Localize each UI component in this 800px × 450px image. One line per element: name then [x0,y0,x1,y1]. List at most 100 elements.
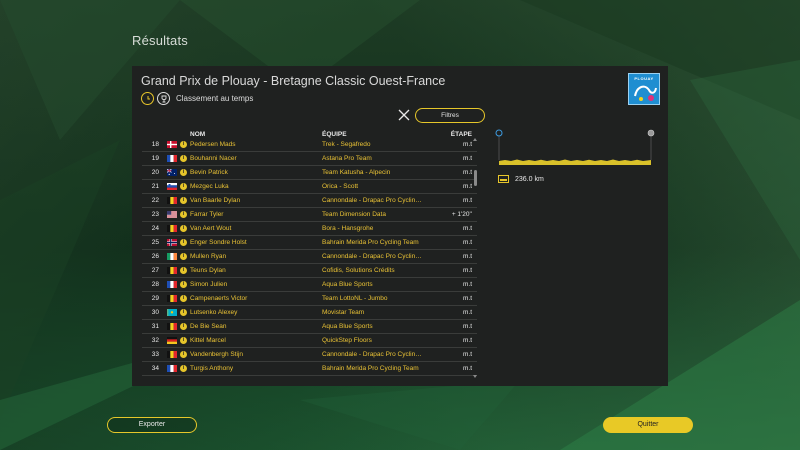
table-row[interactable]: 29 i Campenaerts Victor Team LottoNL - Jumb… [142,292,477,306]
table-row[interactable]: 20 i Bevin Patrick Team Katusha - Alpecin m.… [142,166,477,180]
rider-name[interactable]: De Bie Sean [190,323,227,330]
team-name[interactable]: Aqua Blue Sports [322,323,373,330]
table-row[interactable]: 28 i Simon Julien Aqua Blue Sports m.t [142,278,477,292]
info-icon[interactable]: i [180,211,187,218]
scroll-down-arrow[interactable] [473,375,477,378]
table-row[interactable]: 21 i Mezgec Luka Orica - Scott m.t [142,180,477,194]
table-row[interactable]: 31 i De Bie Sean Aqua Blue Sports m.t [142,320,477,334]
team-name[interactable]: Bora - Hansgrohe [322,225,373,232]
export-button[interactable]: Exporter [107,417,197,433]
team-name[interactable]: Bahrain Merida Pro Cycling Team [322,239,419,246]
quit-button[interactable]: Quitter [603,417,693,433]
rider-name[interactable]: Vandenbergh Stijn [190,351,243,358]
table-row[interactable]: 33 i Vandenbergh Stijn Cannondale - Drapac … [142,348,477,362]
rider-name[interactable]: Bevin Patrick [190,169,228,176]
rider-name[interactable]: Bouhanni Nacer [190,155,237,162]
info-icon[interactable]: i [180,323,187,330]
team-name[interactable]: Astana Pro Team [322,155,372,162]
table-row[interactable]: 25 i Enger Sondre Holst Bahrain Merida Pro … [142,236,477,250]
flag-fr-icon [167,155,177,162]
info-icon[interactable]: i [180,169,187,176]
rider-name[interactable]: Teuns Dylan [190,267,226,274]
stage-gap: m.t [462,267,472,274]
team-name[interactable]: Aqua Blue Sports [322,281,373,288]
info-icon[interactable]: i [180,197,187,204]
table-row[interactable]: 27 i Teuns Dylan Cofidis, Solutions Crédits… [142,264,477,278]
table-row[interactable]: 22 i Van Baarle Dylan Cannondale - Drapac P… [142,194,477,208]
stage-gap: m.t [462,295,472,302]
row-rank: 24 [151,225,159,232]
close-icon[interactable] [397,108,411,122]
rider-name[interactable]: Pedersen Mads [190,141,236,148]
flag-de-icon [167,337,177,344]
row-rank: 33 [151,351,159,358]
team-name[interactable]: Orica - Scott [322,183,358,190]
classification-header: Classement au temps [141,92,253,105]
team-name[interactable]: Trek - Segafredo [322,141,371,148]
column-header-team[interactable]: ÉQUIPE [322,131,347,138]
info-icon[interactable]: i [180,295,187,302]
flag-be-icon [167,197,177,204]
team-name[interactable]: Cannondale - Drapac Pro Cyclin… [322,253,422,260]
table-row[interactable]: 18 i Pedersen Mads Trek - Segafredo m.t [142,138,477,152]
scroll-up-arrow[interactable] [473,138,477,141]
team-name[interactable]: Team LottoNL - Jumbo [322,295,388,302]
info-icon[interactable]: i [180,253,187,260]
row-rank: 22 [151,197,159,204]
table-row[interactable]: 30 i Lutsenko Alexey Movistar Team m.t [142,306,477,320]
info-icon[interactable]: i [180,141,187,148]
info-icon[interactable]: i [180,281,187,288]
stage-gap: m.t [462,155,472,162]
clock-icon[interactable] [141,92,154,105]
table-scrollbar[interactable] [474,170,477,186]
info-icon[interactable]: i [180,309,187,316]
info-icon[interactable]: i [180,155,187,162]
stage-gap: m.t [462,281,472,288]
rider-name[interactable]: Turgis Anthony [190,365,233,372]
team-name[interactable]: Cannondale - Drapac Pro Cyclin… [322,197,422,204]
row-rank: 25 [151,239,159,246]
rider-name[interactable]: Mullen Ryan [190,253,226,260]
team-name[interactable]: Cannondale - Drapac Pro Cyclin… [322,351,422,358]
info-icon[interactable]: i [180,351,187,358]
table-row[interactable]: 32 i Kittel Marcel QuickStep Floors m.t [142,334,477,348]
stage-gap: m.t [462,197,472,204]
rider-name[interactable]: Simon Julien [190,281,227,288]
table-row[interactable]: 19 i Bouhanni Nacer Astana Pro Team m.t [142,152,477,166]
team-name[interactable]: QuickStep Floors [322,337,372,344]
filters-button[interactable]: Filtres [415,108,485,123]
team-name[interactable]: Movistar Team [322,309,364,316]
stage-gap: m.t [462,365,472,372]
table-row[interactable]: 24 i Van Aert Wout Bora - Hansgrohe m.t [142,222,477,236]
row-rank: 18 [151,141,159,148]
column-header-stage[interactable]: ÉTAPE [451,131,472,138]
info-icon[interactable]: i [180,239,187,246]
row-rank: 23 [151,211,159,218]
trophy-icon[interactable] [157,92,170,105]
rider-name[interactable]: Farrar Tyler [190,211,223,218]
info-icon[interactable]: i [180,365,187,372]
column-header-name[interactable]: NOM [190,131,205,138]
info-icon[interactable]: i [180,267,187,274]
stage-gap: m.t [462,309,472,316]
stage-gap: m.t [462,183,472,190]
table-row[interactable]: 26 i Mullen Ryan Cannondale - Drapac Pro Cy… [142,250,477,264]
team-name[interactable]: Bahrain Merida Pro Cycling Team [322,365,419,372]
table-row[interactable]: 23 i Farrar Tyler Team Dimension Data + 1'20… [142,208,477,222]
rider-name[interactable]: Kittel Marcel [190,337,226,344]
info-icon[interactable]: i [180,183,187,190]
rider-name[interactable]: Van Baarle Dylan [190,197,240,204]
flag-fr-icon [167,281,177,288]
team-name[interactable]: Team Katusha - Alpecin [322,169,390,176]
team-name[interactable]: Cofidis, Solutions Crédits [322,267,395,274]
info-icon[interactable]: i [180,225,187,232]
team-name[interactable]: Team Dimension Data [322,211,386,218]
rider-name[interactable]: Mezgec Luka [190,183,229,190]
row-rank: 31 [151,323,159,330]
info-icon[interactable]: i [180,337,187,344]
rider-name[interactable]: Campenaerts Victor [190,295,247,302]
rider-name[interactable]: Lutsenko Alexey [190,309,237,316]
rider-name[interactable]: Van Aert Wout [190,225,231,232]
rider-name[interactable]: Enger Sondre Holst [190,239,247,246]
table-row[interactable]: 34 i Turgis Anthony Bahrain Merida Pro Cycl… [142,362,477,376]
